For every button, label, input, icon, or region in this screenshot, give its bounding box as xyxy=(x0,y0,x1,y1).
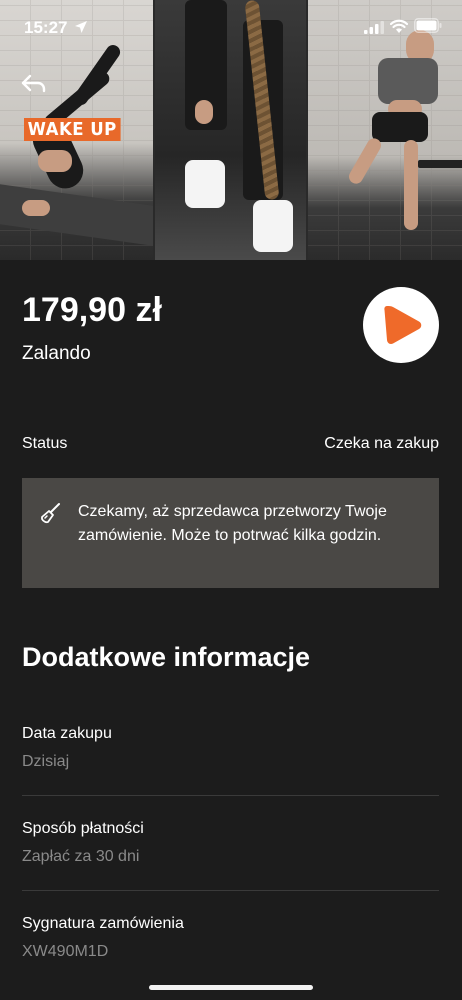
detail-label: Sposób płatności xyxy=(22,820,144,837)
section-title: Dodatkowe informacje xyxy=(22,642,311,672)
home-indicator[interactable] xyxy=(149,985,313,990)
detail-value: Zapłać za 30 dni xyxy=(22,848,140,865)
detail-row-purchase-date: Data zakupu Dzisiaj xyxy=(22,725,439,771)
detail-label: Sygnatura zamówienia xyxy=(22,915,184,932)
detail-label: Data zakupu xyxy=(22,725,112,742)
wifi-icon xyxy=(390,19,408,33)
divider xyxy=(22,890,439,891)
info-notice: Czekamy, aż sprzedawca przetworzy Twoje … xyxy=(22,478,439,588)
detail-value: Dzisiaj xyxy=(22,753,70,770)
detail-row-payment-method: Sposób płatności Zapłać za 30 dni xyxy=(22,820,439,866)
battery-icon xyxy=(414,18,442,33)
divider xyxy=(22,795,439,796)
merchant-name: Zalando xyxy=(22,343,91,364)
location-arrow-icon xyxy=(75,21,87,33)
detail-value: XW490M1D xyxy=(22,943,109,960)
signal-icon xyxy=(364,21,384,34)
hero-banner-text: WAKE UP xyxy=(24,118,121,141)
zalando-logo xyxy=(363,287,439,363)
status-label: Status xyxy=(22,435,68,452)
zalando-logo-icon xyxy=(384,306,422,345)
back-arrow-icon[interactable] xyxy=(20,72,48,96)
broom-icon xyxy=(41,503,60,524)
detail-row-order-signature: Sygnatura zamówienia XW490M1D xyxy=(22,915,439,961)
info-notice-text: Czekamy, aż sprzedawca przetworzy Twoje … xyxy=(78,503,387,544)
status-time: 15:27 xyxy=(24,18,68,37)
order-price: 179,90 zł xyxy=(22,291,162,329)
status-bar: 15:27 xyxy=(0,0,462,52)
status-value: Czeka na zakup xyxy=(324,435,439,452)
